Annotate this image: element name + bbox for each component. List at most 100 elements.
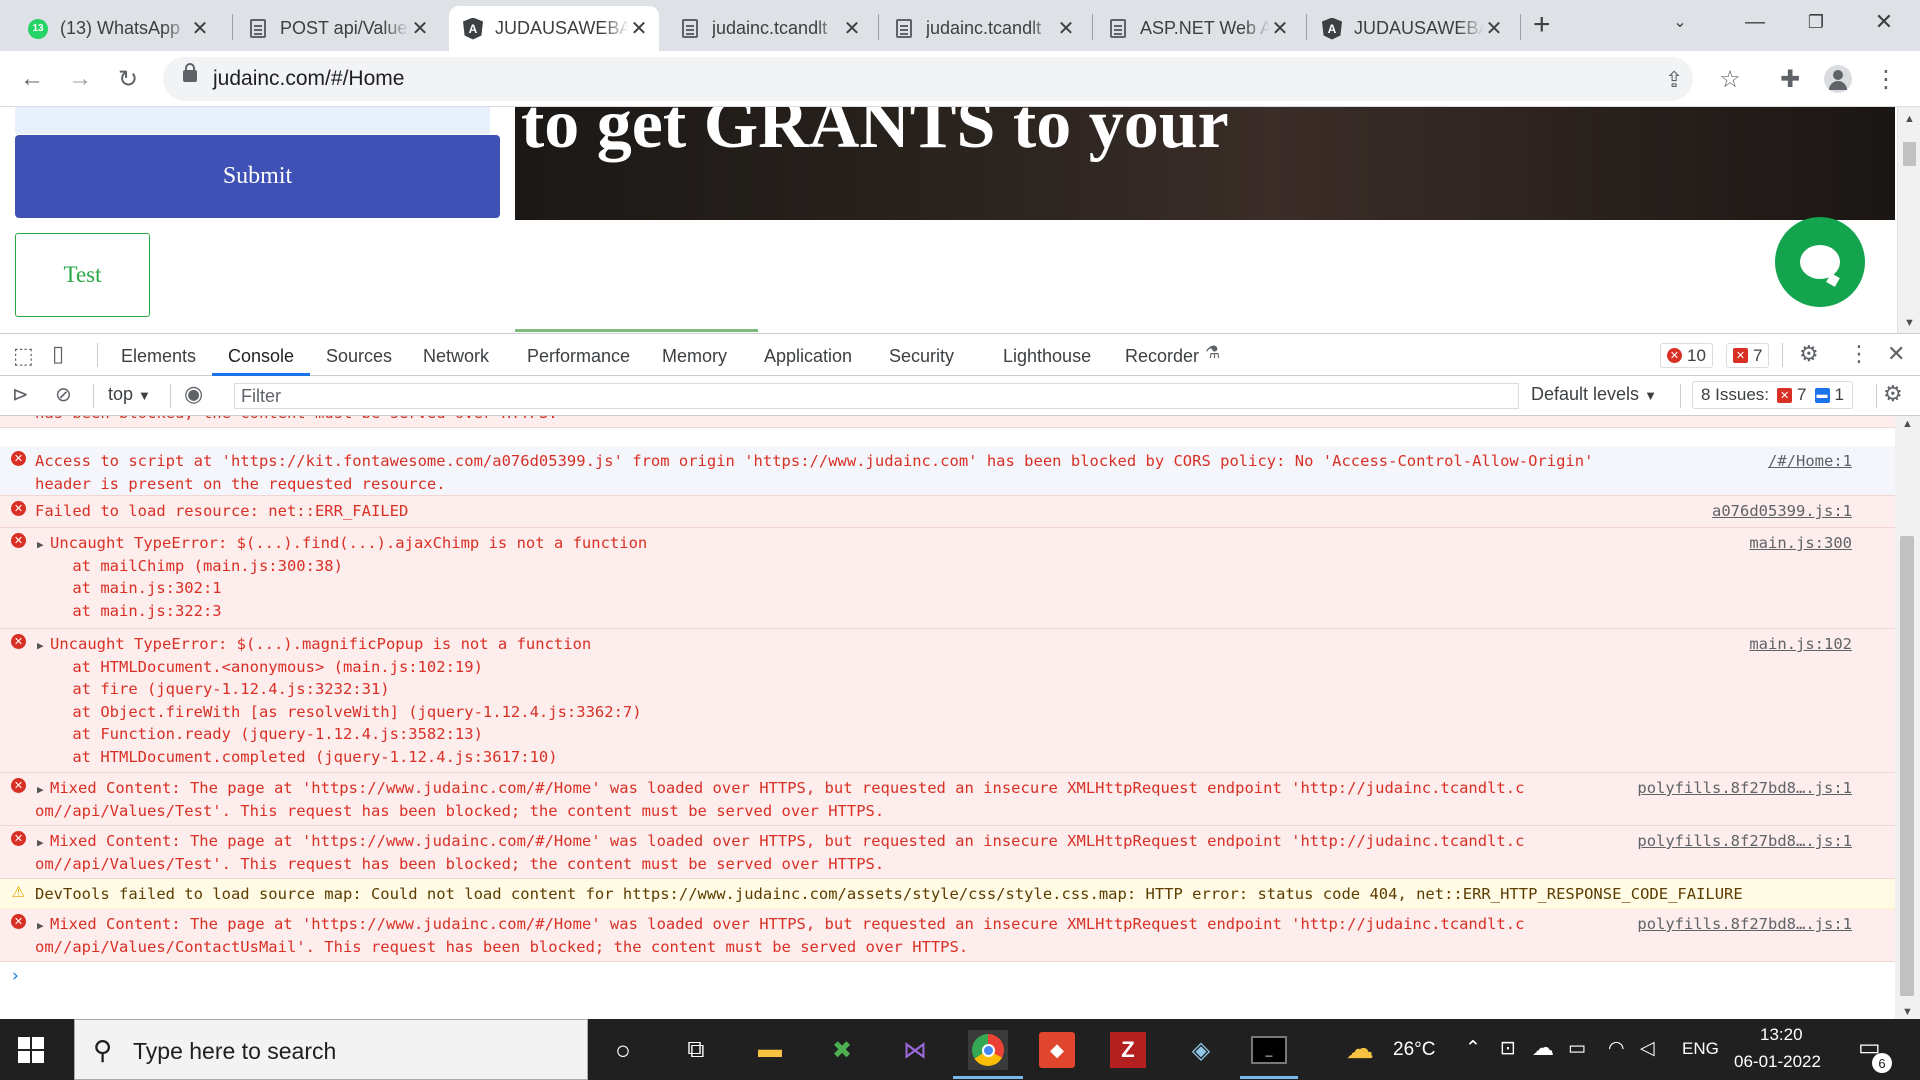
browser-menu-icon[interactable]: ⋮ [1870,63,1902,95]
close-icon[interactable]: ✕ [842,16,862,41]
close-icon[interactable]: ✕ [629,16,649,41]
console-message[interactable]: ✕ ▶ Uncaught TypeError: $(...).magnificPop… [0,629,1895,773]
error-count-badge[interactable]: ✕ 10 [1660,343,1713,368]
tab-sources[interactable]: Sources [326,334,392,376]
console-scrollbar[interactable]: ▲ ▼ [1895,416,1920,1020]
tab-network[interactable]: Network [423,334,489,376]
input-language[interactable]: ENG [1682,1039,1719,1059]
terminal-icon[interactable]: _ [1251,1036,1287,1064]
expand-triangle-icon[interactable]: ▶ [37,538,44,551]
expand-triangle-icon[interactable]: ▶ [37,783,44,796]
console-message[interactable]: ✕ Access to script at 'https://kit.fontaw… [0,446,1895,496]
taskbar-search-box[interactable]: ⚲ Type here to search [74,1019,588,1080]
expand-triangle-icon[interactable]: ▶ [37,836,44,849]
tab-security[interactable]: Security [889,334,954,376]
page-scrollbar[interactable]: ▲ ▼ [1897,107,1920,333]
close-icon[interactable]: ✕ [190,16,210,41]
close-icon[interactable]: ✕ [1484,16,1504,41]
meet-now-icon[interactable]: ⊡ [1500,1037,1516,1060]
device-toolbar-icon[interactable]: ▯ [52,341,64,367]
visual-studio-icon[interactable]: ⋈ [895,1030,935,1070]
issues-button[interactable]: 8 Issues: ✕ 7 ▬ 1 [1692,381,1853,409]
expand-triangle-icon[interactable]: ▶ [37,919,44,932]
git-app-icon[interactable]: ◆ [1039,1032,1075,1068]
chrome-icon[interactable] [968,1030,1008,1070]
source-link[interactable]: a076d05399.js:1 [1712,502,1852,520]
submit-button[interactable]: Submit [15,135,500,218]
tab-aspnet-web-api[interactable]: ASP.NET Web API ✕ [1094,6,1300,51]
cortana-icon[interactable]: ○ [603,1030,643,1070]
source-link[interactable]: polyfills.8f27bd8….js:1 [1637,832,1852,850]
url-text[interactable]: judainc.com/#/Home [213,67,404,91]
tab-memory[interactable]: Memory [662,334,727,376]
console-message[interactable]: ✕ ▶ Mixed Content: The page at 'https://ww… [0,773,1895,826]
settings-gear-icon[interactable]: ⚙ [1799,341,1819,367]
close-icon[interactable]: ✕ [1056,16,1076,41]
console-message[interactable]: ✕ ▶ Uncaught TypeError: $(...).find(...).a… [0,528,1895,629]
tab-search-icon[interactable]: ⌄ [1650,0,1710,44]
more-options-icon[interactable]: ⋮ [1848,341,1870,367]
extensions-puzzle-icon[interactable]: ✚ [1774,63,1806,95]
scroll-down-arrow-icon[interactable]: ▼ [1904,317,1915,329]
show-sidebar-icon[interactable]: ⊳ [12,382,29,407]
excel-app-icon[interactable]: ✖ [822,1030,862,1070]
live-expression-eye-icon[interactable]: ◉ [184,381,203,407]
tab-judausawebapp-2[interactable]: A JUDAUSAWEBAPP ✕ [1308,6,1514,51]
tab-judausawebapp-active[interactable]: A JUDAUSAWEBAPP ✕ [449,6,659,51]
source-link[interactable]: main.js:300 [1749,534,1852,552]
scroll-up-arrow-icon[interactable]: ▲ [1902,418,1913,430]
file-explorer-icon[interactable]: ▬ [750,1030,790,1070]
source-link[interactable]: /#/Home:1 [1768,452,1852,470]
notepad-icon[interactable]: ◈ [1181,1030,1221,1070]
tab-console[interactable]: Console [212,334,311,376]
onedrive-cloud-icon[interactable]: ☁ [1532,1035,1554,1061]
address-bar[interactable]: judainc.com/#/Home ⇪ [163,57,1693,101]
issue-count-badge[interactable]: ✕ 7 [1726,343,1770,368]
close-devtools-icon[interactable]: ✕ [1887,341,1905,367]
tab-recorder[interactable]: Recorder [1125,334,1199,376]
source-link[interactable]: polyfills.8f27bd8….js:1 [1637,915,1852,933]
back-arrow-icon[interactable]: ← [16,63,48,95]
tab-application[interactable]: Application [764,334,852,376]
console-message[interactable]: ✕ Failed to load resource: net::ERR_FAILE… [0,496,1895,528]
log-levels-dropdown[interactable]: Default levels ▼ [1531,384,1657,405]
console-message[interactable]: ⚠ DevTools failed to load source map: Cou… [0,879,1895,909]
windows-start-icon[interactable] [18,1037,44,1063]
tab-lighthouse[interactable]: Lighthouse [1003,334,1091,376]
source-link[interactable]: main.js:102 [1749,635,1852,653]
tab-judainc-tcandlt-2[interactable]: judainc.tcandlt ✕ [880,6,1086,51]
profile-avatar-icon[interactable] [1822,63,1854,95]
console-message[interactable]: ✕has been blocked; the content must be s… [0,416,1895,428]
tab-whatsapp[interactable]: 13 (13) WhatsApp ✕ [14,6,220,51]
wifi-icon[interactable]: ◠ [1608,1037,1625,1060]
expand-triangle-icon[interactable]: ▶ [37,639,44,652]
close-icon[interactable]: ✕ [410,16,430,41]
tab-elements[interactable]: Elements [121,334,196,376]
reload-icon[interactable]: ↻ [112,63,144,95]
clock-time[interactable]: 13:20 [1760,1025,1803,1045]
console-filter-input[interactable] [234,383,1519,409]
console-message[interactable]: ✕ ▶ Mixed Content: The page at 'https://ww… [0,826,1895,879]
inspect-element-icon[interactable]: ⬚ [13,343,34,369]
source-link[interactable]: polyfills.8f27bd8….js:1 [1637,779,1852,797]
new-tab-button[interactable]: + [1533,8,1551,42]
tab-post-api-values[interactable]: POST api/Values ✕ [234,6,440,51]
weather-icon[interactable]: ☁ [1346,1032,1374,1065]
share-icon[interactable]: ⇪ [1665,67,1683,93]
console-prompt[interactable]: › [12,966,19,986]
weather-temperature[interactable]: 26°C [1393,1039,1435,1061]
scroll-up-arrow-icon[interactable]: ▲ [1904,113,1915,125]
task-view-icon[interactable]: ⧉ [676,1030,716,1070]
show-hidden-icons-chevron[interactable]: ⌃ [1465,1037,1481,1060]
filezilla-icon[interactable]: Z [1110,1032,1146,1068]
clock-date[interactable]: 06-01-2022 [1734,1052,1821,1072]
minimize-icon[interactable]: — [1725,0,1785,44]
forward-arrow-icon[interactable]: → [64,63,96,95]
test-button[interactable]: Test [15,233,150,317]
console-settings-gear-icon[interactable]: ⚙ [1883,381,1903,407]
scrollbar-thumb[interactable] [1900,536,1914,996]
chat-widget-button[interactable] [1775,217,1865,307]
tab-performance[interactable]: Performance [527,334,630,376]
scroll-down-arrow-icon[interactable]: ▼ [1902,1006,1913,1018]
battery-icon[interactable]: ▭ [1568,1037,1586,1060]
